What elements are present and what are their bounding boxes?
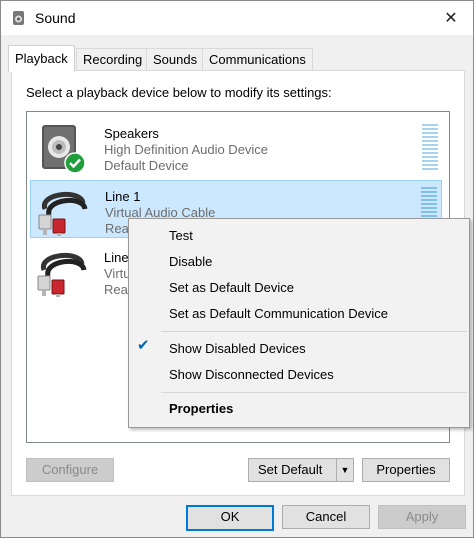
menu-item-set-default-device[interactable]: Set as Default Device: [169, 280, 294, 295]
menu-item-set-default-communication-device[interactable]: Set as Default Communication Device: [169, 306, 388, 321]
default-check-icon: [64, 152, 86, 174]
properties-button[interactable]: Properties: [362, 458, 450, 482]
checkmark-icon: ✔: [137, 337, 150, 354]
audio-cable-icon: [38, 191, 88, 236]
device-status: Rea: [104, 282, 128, 297]
close-icon: ✕: [444, 10, 458, 27]
close-button[interactable]: ✕: [429, 1, 473, 35]
menu-item-disable[interactable]: Disable: [169, 254, 212, 269]
menu-item-test[interactable]: Test: [169, 228, 193, 243]
cancel-button[interactable]: Cancel: [282, 505, 370, 529]
menu-item-show-disabled-devices[interactable]: Show Disabled Devices: [169, 341, 306, 356]
chevron-down-icon[interactable]: ▼: [336, 459, 353, 481]
menu-item-properties[interactable]: Properties: [169, 401, 233, 416]
device-name: Line 1: [105, 189, 141, 204]
audio-cable-icon: [37, 252, 87, 297]
menu-separator: [161, 331, 467, 332]
menu-item-show-disconnected-devices[interactable]: Show Disconnected Devices: [169, 367, 334, 382]
speaker-icon: [13, 11, 24, 25]
device-speakers[interactable]: Speakers High Definition Audio Device De…: [30, 118, 442, 176]
speaker-icon: [42, 125, 86, 174]
set-default-label: Set Default: [258, 462, 323, 477]
configure-button[interactable]: Configure: [26, 458, 114, 482]
volume-level-meter: [422, 124, 438, 170]
tab-communications[interactable]: Communications: [202, 48, 313, 71]
menu-separator: [161, 392, 467, 393]
device-status: Rea: [105, 221, 129, 236]
device-description: High Definition Audio Device: [104, 142, 269, 157]
device-status: Default Device: [104, 158, 189, 173]
ok-button[interactable]: OK: [186, 505, 274, 531]
window-title: Sound: [35, 10, 76, 26]
device-description: Virtu: [104, 266, 131, 281]
device-name: Line: [104, 250, 129, 265]
context-menu: Test Disable Set as Default Device Set a…: [128, 218, 470, 428]
title-bar: Sound ✕: [1, 1, 473, 35]
device-name: Speakers: [104, 126, 159, 141]
tab-recording[interactable]: Recording: [76, 48, 150, 71]
apply-button[interactable]: Apply: [378, 505, 466, 529]
tab-sounds[interactable]: Sounds: [146, 48, 205, 71]
tab-playback[interactable]: Playback: [8, 45, 75, 72]
set-default-button[interactable]: Set Default ▼: [248, 458, 354, 482]
instruction-text: Select a playback device below to modify…: [26, 85, 332, 100]
